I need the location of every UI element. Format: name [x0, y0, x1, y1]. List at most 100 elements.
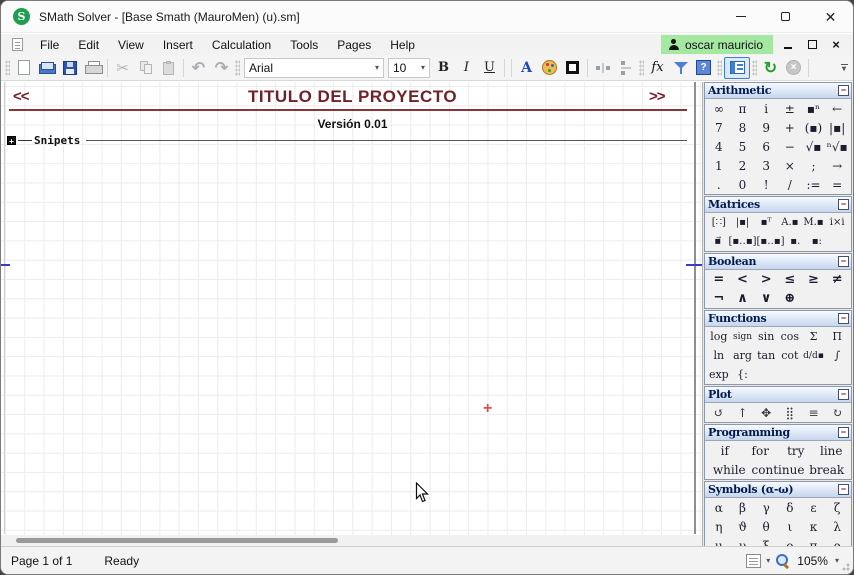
menu-item-insert[interactable]: Insert	[156, 36, 200, 54]
background-color-button[interactable]	[538, 57, 561, 79]
palette-button[interactable]: 4	[707, 140, 731, 154]
palette-button[interactable]: M.▪	[802, 217, 826, 228]
page-view-icon[interactable]	[746, 554, 761, 568]
palette-button[interactable]: π	[802, 539, 826, 547]
recalculate-button[interactable]: ↻	[759, 57, 782, 79]
palette-button[interactable]: π	[731, 102, 755, 116]
palette-button[interactable]: ≤	[778, 272, 802, 287]
palette-button[interactable]: =	[825, 178, 849, 192]
palette-button[interactable]: cot	[778, 349, 802, 362]
palette-button[interactable]: 1	[707, 159, 731, 173]
redo-button[interactable]: ↷	[210, 57, 233, 79]
palette-button[interactable]: arg	[731, 349, 755, 362]
palette-button[interactable]: κ	[802, 520, 826, 534]
palette-button[interactable]: !	[754, 178, 778, 192]
filter-button[interactable]	[669, 57, 692, 79]
palette-button[interactable]: δ	[778, 501, 802, 515]
toolbar-grip[interactable]	[235, 60, 240, 76]
palette-button[interactable]: ϑ	[731, 520, 755, 534]
bold-button[interactable]: B	[432, 57, 455, 79]
menu-item-file[interactable]: File	[33, 36, 66, 54]
palette-button[interactable]: ο	[778, 539, 802, 547]
palette-button[interactable]: ±	[778, 102, 802, 116]
collapse-palette-button[interactable]: −	[838, 427, 849, 438]
collapse-palette-button[interactable]: −	[838, 484, 849, 495]
palette-button[interactable]: Π	[825, 330, 849, 343]
palette-button[interactable]: try	[778, 444, 814, 458]
paste-button[interactable]	[157, 57, 180, 79]
maximize-button[interactable]	[763, 1, 808, 33]
cut-button[interactable]: ✂	[111, 57, 134, 79]
toolbar-grip[interactable]	[639, 60, 644, 76]
new-button[interactable]	[12, 57, 35, 79]
version-label[interactable]: Versión 0.01	[1, 117, 704, 131]
palette-button[interactable]: break	[804, 463, 849, 477]
palette-button[interactable]: α	[707, 501, 731, 515]
palette-button[interactable]: sin	[754, 330, 778, 343]
palette-button[interactable]: i×i	[825, 217, 849, 228]
menu-item-calculation[interactable]: Calculation	[205, 36, 278, 54]
palette-button[interactable]: +	[778, 121, 802, 135]
vertical-spacing-button[interactable]	[614, 57, 637, 79]
palette-button[interactable]: while	[707, 463, 752, 477]
palette-button[interactable]: <	[731, 272, 755, 287]
palette-button[interactable]: ⁿ√▪	[825, 140, 849, 154]
palette-button[interactable]: ≡	[802, 406, 826, 420]
menu-item-edit[interactable]: Edit	[71, 36, 106, 54]
palette-button[interactable]: tan	[754, 349, 778, 362]
palette-button[interactable]: ≥	[802, 272, 826, 287]
palette-button[interactable]: λ	[825, 520, 849, 534]
palette-button[interactable]: 9	[754, 121, 778, 135]
palette-button[interactable]: |▪|	[731, 217, 755, 228]
palette-button[interactable]: √▪	[802, 140, 826, 154]
palette-button[interactable]: 7	[707, 121, 731, 135]
zoom-level[interactable]: 105%	[797, 554, 828, 568]
palette-button[interactable]: for	[743, 444, 779, 458]
palette-button[interactable]: ι	[778, 520, 802, 534]
palette-button[interactable]: log	[707, 330, 731, 343]
palette-button[interactable]: ∧	[731, 291, 755, 306]
palette-button[interactable]: ξ	[754, 539, 778, 547]
palette-button[interactable]: ↻	[825, 406, 849, 420]
palette-button[interactable]: :=	[802, 178, 826, 192]
palette-button[interactable]: /	[778, 178, 802, 192]
palette-button[interactable]: exp	[707, 368, 731, 381]
palette-button[interactable]: ▪:	[806, 236, 827, 247]
horizontal-scrollbar-thumb[interactable]	[16, 538, 338, 543]
palette-button[interactable]: ρ	[825, 539, 849, 547]
palette-button[interactable]: >	[754, 272, 778, 287]
collapse-palette-button[interactable]: −	[838, 389, 849, 400]
palette-button[interactable]: η	[707, 520, 731, 534]
palette-button[interactable]: ε	[802, 501, 826, 515]
palette-button[interactable]: .	[707, 178, 731, 192]
side-panel-toggle-button[interactable]	[724, 57, 750, 79]
palette-button[interactable]: 0	[731, 178, 755, 192]
menu-item-tools[interactable]: Tools	[283, 36, 325, 54]
palette-button[interactable]: ↑	[731, 406, 755, 420]
palette-button[interactable]: ▪ⁿ	[802, 102, 826, 116]
collapse-palette-button[interactable]: −	[838, 199, 849, 210]
nav-next-marker[interactable]: >>	[649, 88, 665, 105]
palette-button[interactable]: sign	[731, 332, 755, 342]
collapse-palette-button[interactable]: −	[838, 85, 849, 96]
chevron-down-icon[interactable]: ▾	[835, 556, 839, 565]
user-account-badge[interactable]: oscar mauricio	[661, 35, 773, 54]
palette-button[interactable]: i	[754, 102, 778, 116]
font-size-select[interactable]: 10 ▾	[388, 58, 430, 78]
palette-button[interactable]: −	[778, 140, 802, 154]
palette-button[interactable]: [∷]	[707, 217, 731, 228]
menu-item-help[interactable]: Help	[383, 36, 422, 54]
collapse-palette-button[interactable]: −	[838, 313, 849, 324]
expand-section-button[interactable]: +	[7, 136, 16, 145]
reference-button[interactable]: ?	[692, 57, 715, 79]
palette-button[interactable]: ▪.	[785, 236, 806, 247]
palette-button[interactable]: ×	[778, 159, 802, 173]
font-color-button[interactable]: A	[515, 57, 538, 79]
toolbar-grip[interactable]	[717, 60, 722, 76]
palette-button[interactable]: [▪‥▪]	[728, 236, 756, 247]
palette-button[interactable]: μ	[707, 539, 731, 547]
toolbar-grip[interactable]	[752, 60, 757, 76]
mdi-close-button[interactable]: ×	[829, 38, 843, 52]
palette-button[interactable]: →	[825, 159, 849, 173]
palette-button[interactable]: [▪‥▪]	[757, 236, 785, 247]
